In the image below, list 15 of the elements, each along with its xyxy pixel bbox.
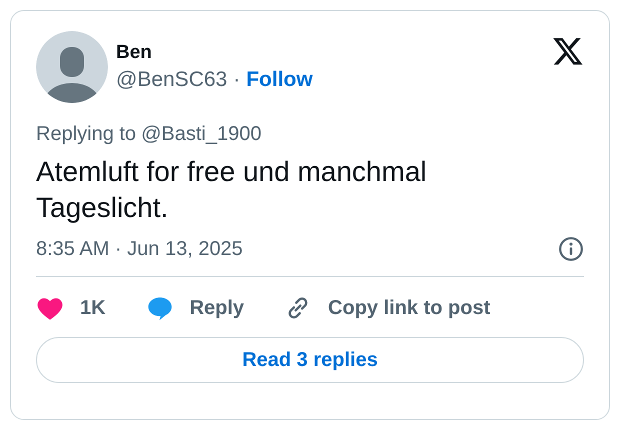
avatar-icon — [36, 31, 108, 103]
mention-link[interactable]: @Basti_1900 — [141, 123, 262, 146]
author-name: Ben — [116, 42, 153, 64]
separator: · — [233, 68, 240, 92]
post-text: Atemluft for free und manchmal Tageslicht. — [36, 155, 428, 225]
follow-link[interactable]: Follow — [246, 68, 313, 92]
x-logo-icon[interactable] — [552, 35, 584, 67]
replying-to-label: Replying to — [36, 123, 136, 146]
read-replies-button[interactable]: Read 3 replies — [36, 337, 584, 383]
author-handle: @BenSC63 — [116, 68, 228, 92]
like-button[interactable]: 1K — [36, 294, 106, 322]
info-icon[interactable] — [558, 236, 584, 262]
post-timestamp[interactable]: 8:35 AM · Jun 13, 2025 — [36, 238, 243, 260]
copy-button[interactable]: Copy link to post — [284, 294, 490, 322]
reply-button[interactable]: Reply — [146, 294, 244, 322]
